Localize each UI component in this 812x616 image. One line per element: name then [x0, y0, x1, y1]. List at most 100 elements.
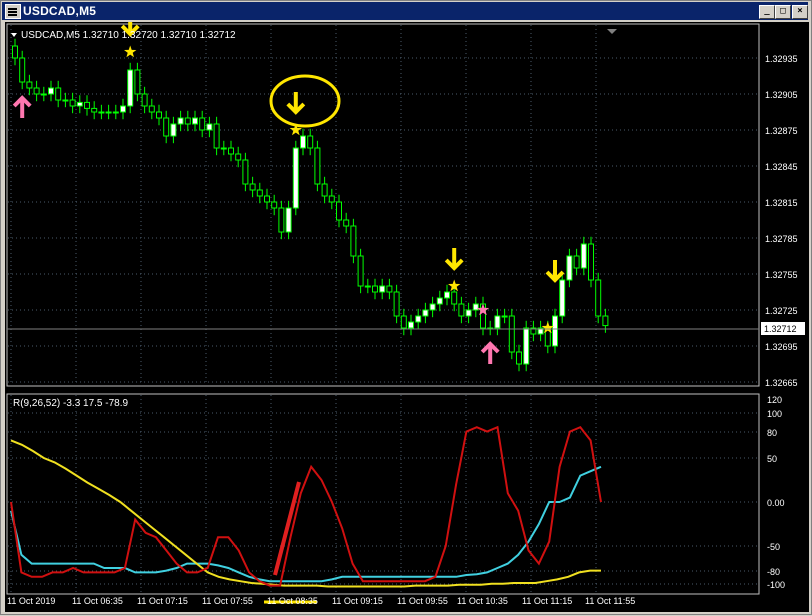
candle-body — [393, 291, 400, 317]
candle-body — [40, 93, 47, 96]
candle-body — [508, 315, 515, 353]
candle-body — [134, 69, 141, 95]
candle-body — [192, 117, 198, 125]
candle-body — [156, 111, 162, 119]
candle-body — [343, 219, 350, 227]
chart-window: USDCAD,M5 _ □ × USDCAD,M5 1.32710 1.3272… — [0, 0, 812, 615]
candle-body — [148, 105, 155, 113]
candle-body — [516, 351, 522, 365]
price-axis-label: 1.32755 — [765, 270, 798, 280]
candle-body — [177, 117, 184, 125]
candle-body — [170, 123, 177, 137]
time-axis-label: 11 Oct 09:15 — [332, 596, 383, 606]
candle-body — [364, 285, 371, 288]
candle-body — [444, 291, 450, 299]
title-bar[interactable]: USDCAD,M5 _ □ × — [2, 2, 808, 20]
candle-body — [451, 291, 458, 305]
candle-body — [19, 57, 26, 83]
candles-layer — [12, 38, 609, 372]
main-grid — [8, 25, 758, 385]
time-axis-label: 11 Oct 06:35 — [72, 596, 123, 606]
arrow-down-icon — [545, 260, 565, 283]
indicator-grid — [8, 395, 758, 593]
candle-body — [307, 135, 314, 149]
arrow-up-icon — [12, 95, 32, 118]
price-axis-label: 1.32845 — [765, 162, 798, 172]
candle-body — [184, 117, 191, 125]
candle-body — [523, 327, 530, 365]
candle-body — [141, 93, 148, 107]
time-axis-label: 11 Oct 09:55 — [397, 596, 448, 606]
candle-body — [206, 123, 213, 131]
indicator-axis-label: 120 — [767, 395, 782, 405]
candle-body — [264, 195, 270, 203]
candle-body — [26, 81, 33, 89]
time-axis-label: 11 Oct 11:55 — [585, 596, 635, 606]
candle-body — [84, 101, 90, 109]
maximize-button[interactable]: □ — [775, 5, 791, 19]
price-axis-label: 1.32935 — [765, 54, 798, 64]
candle-body — [328, 195, 335, 203]
chart-svg[interactable]: USDCAD,M5 1.32710 1.32720 1.32710 1.3271… — [5, 14, 809, 612]
shift-marker-icon[interactable] — [607, 29, 617, 34]
close-button[interactable]: × — [792, 5, 808, 19]
price-axis: 1.32935 1.32905 1.32875 1.32845 1.32815 … — [765, 54, 798, 388]
candle-body — [602, 315, 609, 327]
candle-body — [573, 255, 580, 269]
red-slope-annotation — [273, 481, 301, 576]
time-axis-label: 11 Oct 11:15 — [522, 596, 572, 606]
candle-body — [566, 255, 573, 281]
candle-body — [55, 87, 62, 101]
candle-body — [386, 285, 393, 293]
candle-body — [436, 297, 443, 305]
candle-body — [76, 101, 83, 107]
time-axis-label: 11 Oct 08:35 — [267, 596, 318, 606]
time-axis-label: 11 Oct 10:35 — [457, 596, 508, 606]
candle-body — [249, 183, 256, 191]
arrow-up-icon — [480, 341, 500, 364]
candle-body — [595, 279, 602, 317]
indicator-line — [10, 425, 602, 587]
price-axis-label: 1.32665 — [765, 378, 798, 388]
candle-body — [127, 69, 134, 107]
candle-body — [588, 243, 594, 281]
indicator-axis-label: 50 — [767, 454, 777, 464]
arrow-down-icon — [444, 248, 464, 271]
candle-body — [62, 99, 69, 102]
window-title: USDCAD,M5 — [23, 4, 97, 18]
candle-body — [228, 147, 234, 155]
candle-body — [69, 99, 76, 107]
indicator-panel-frame — [6, 393, 760, 595]
time-axis-label: 11 Oct 07:15 — [137, 596, 188, 606]
candle-body — [415, 315, 422, 323]
candle-body — [256, 189, 263, 197]
candle-body — [501, 315, 508, 318]
chart-menu-icon[interactable] — [11, 33, 17, 37]
candle-body — [429, 303, 436, 311]
indicator-axis-label: -50 — [767, 542, 780, 552]
indicator-line — [10, 439, 601, 588]
price-axis-label: 1.32875 — [765, 126, 798, 136]
indicator-axis-label: -100 — [767, 580, 785, 590]
chart-area[interactable]: USDCAD,M5 1.32710 1.32720 1.32710 1.3271… — [5, 14, 809, 612]
price-axis-label: 1.32695 — [765, 342, 798, 352]
indicator-header: R(9,26,52) -3.3 17.5 -78.9 — [13, 398, 129, 409]
indicator-axis-label: 80 — [767, 428, 777, 438]
time-axis: 11 Oct 2019 11 Oct 06:35 11 Oct 07:15 11… — [7, 596, 635, 606]
price-axis-label: 1.32905 — [765, 90, 798, 100]
candle-body — [350, 225, 357, 257]
candle-body — [580, 243, 587, 269]
candle-body — [213, 123, 220, 149]
indicator-axis-label: -80 — [767, 567, 780, 577]
main-panel-frame — [6, 23, 760, 387]
minimize-button[interactable]: _ — [759, 5, 775, 19]
candle-body — [163, 117, 170, 137]
indicator-line — [10, 465, 602, 583]
candle-body — [372, 285, 378, 293]
candle-body — [91, 107, 98, 113]
candle-body — [235, 153, 242, 161]
arrow-down-icon — [286, 92, 306, 115]
price-axis-label: 1.32785 — [765, 234, 798, 244]
candle-body — [300, 135, 306, 149]
candle-body — [285, 207, 292, 233]
